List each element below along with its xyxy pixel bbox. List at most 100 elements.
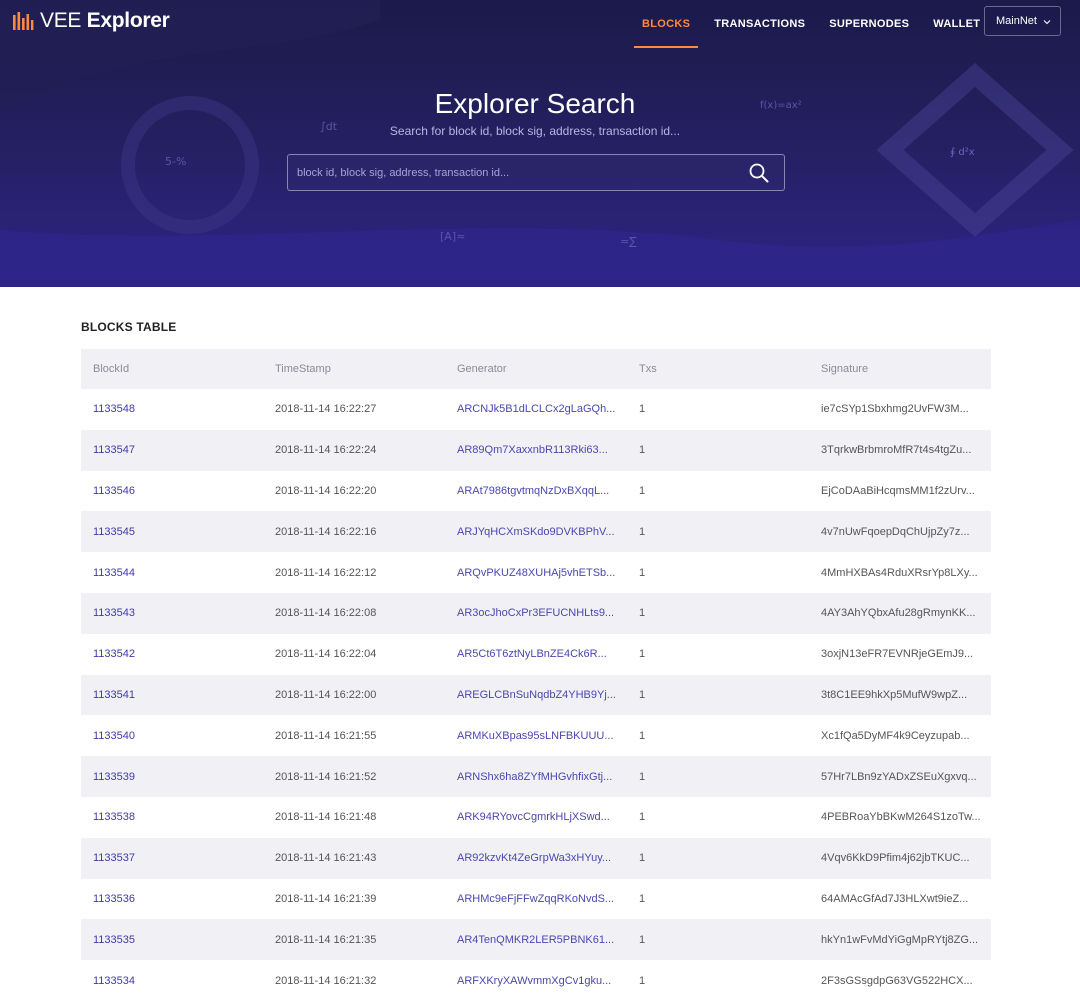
block-id-link[interactable]: 1133536	[81, 893, 263, 905]
generator-link[interactable]: AR92kzvKt4ZeGrpWa3xHYuy...	[445, 852, 627, 864]
block-signature: ie7cSYp1Sbxhmg2UvFW3M...	[821, 403, 969, 416]
block-signature: Xc1fQa5DyMF4k9Ceyzupab...	[821, 729, 970, 742]
table-body: 1133548 2018-11-14 16:22:27 ARCNJk5B1dLCLC…	[81, 389, 991, 998]
block-txs: 1	[639, 444, 646, 457]
block-id-link[interactable]: 1133542	[81, 648, 263, 660]
block-txs: 1	[639, 525, 646, 538]
block-signature: hkYn1wFvMdYiGgMpRYtj8ZG...	[821, 933, 979, 946]
top-bar: VEE Explorer BLOCKS TRANSACTIONS SUPERNO…	[0, 0, 1080, 48]
block-signature: 4AY3AhYQbxAfu28gRmynKK...	[821, 607, 976, 620]
generator-link[interactable]: ARQvPKUZ48XUHAj5vhETSb...	[445, 567, 627, 579]
col-header-signature: Signature	[821, 363, 869, 375]
svg-text:5-%: 5-%	[165, 155, 186, 168]
table-row: 1133545 2018-11-14 16:22:16 ARJYqHCXmSKdo9…	[81, 511, 991, 553]
block-timestamp: 2018-11-14 16:22:24	[275, 444, 377, 457]
generator-link[interactable]: AR89Qm7XaxxnbR113Rki63...	[445, 444, 627, 456]
search-input[interactable]	[288, 155, 738, 190]
block-id-link[interactable]: 1133539	[81, 771, 263, 783]
table-row: 1133548 2018-11-14 16:22:27 ARCNJk5B1dLCLC…	[81, 389, 991, 430]
table-row: 1133537 2018-11-14 16:21:43 AR92kzvKt4ZeGr…	[81, 837, 991, 879]
nav-blocks[interactable]: BLOCKS	[630, 0, 702, 48]
block-id-link[interactable]: 1133541	[81, 689, 263, 701]
block-timestamp: 2018-11-14 16:22:08	[275, 607, 377, 620]
blocks-table: BlockId TimeStamp Generator Txs Signatur…	[81, 349, 991, 998]
block-id-link[interactable]: 1133544	[81, 567, 263, 579]
table-row: 1133544 2018-11-14 16:22:12 ARQvPKUZ48XUHA…	[81, 552, 991, 593]
col-header-timestamp: TimeStamp	[275, 363, 331, 375]
block-id-link[interactable]: 1133543	[81, 607, 263, 619]
block-id-link[interactable]: 1133546	[81, 485, 263, 497]
table-row: 1133542 2018-11-14 16:22:04 AR5Ct6T6ztNyLB…	[81, 634, 991, 675]
table-row: 1133534 2018-11-14 16:21:32 ARFXKryXAWvmmX…	[81, 960, 991, 998]
generator-link[interactable]: ARHMc9eFjFFwZqqRKoNvdS...	[445, 893, 627, 905]
block-id-link[interactable]: 1133547	[81, 444, 263, 456]
brand-logo[interactable]: VEE Explorer	[12, 9, 170, 33]
block-timestamp: 2018-11-14 16:22:16	[275, 525, 377, 538]
svg-text:=∑: =∑	[620, 235, 637, 248]
block-txs: 1	[639, 974, 646, 987]
block-signature: 4PEBRoaYbBKwM264S1zoTw...	[821, 811, 981, 824]
table-row: 1133547 2018-11-14 16:22:24 AR89Qm7XaxxnbR…	[81, 429, 991, 471]
logo-text: VEE Explorer	[40, 9, 170, 32]
block-txs: 1	[639, 688, 646, 701]
main-nav: BLOCKS TRANSACTIONS SUPERNODES WALLET	[630, 0, 992, 48]
nav-supernodes[interactable]: SUPERNODES	[817, 0, 921, 48]
generator-link[interactable]: ARAt7986tgvtmqNzDxBXqqL...	[445, 485, 627, 497]
block-id-link[interactable]: 1133540	[81, 730, 263, 742]
block-timestamp: 2018-11-14 16:21:48	[275, 811, 377, 824]
nav-transactions[interactable]: TRANSACTIONS	[702, 0, 817, 48]
block-id-link[interactable]: 1133534	[81, 975, 263, 987]
table-row: 1133539 2018-11-14 16:21:52 ARNShx6ha8ZYfM…	[81, 756, 991, 797]
search-icon[interactable]	[748, 162, 770, 184]
table-row: 1133535 2018-11-14 16:21:35 AR4TenQMKR2LER…	[81, 919, 991, 961]
block-signature: 3TqrkwBrbmroMfR7t4s4tgZu...	[821, 444, 972, 457]
svg-text:[A]≈: [A]≈	[440, 230, 465, 243]
block-id-link[interactable]: 1133535	[81, 934, 263, 946]
generator-link[interactable]: ARMKuXBpas95sLNFBKUUU...	[445, 730, 627, 742]
block-id-link[interactable]: 1133548	[81, 403, 263, 415]
svg-text:∮ d²x: ∮ d²x	[950, 147, 975, 158]
col-header-generator: Generator	[457, 363, 507, 375]
block-timestamp: 2018-11-14 16:21:55	[275, 729, 377, 742]
block-signature: 2F3sGSsgdpG63VG522HCX...	[821, 974, 973, 987]
block-id-link[interactable]: 1133545	[81, 526, 263, 538]
generator-link[interactable]: ARFXKryXAWvmmXgCv1gku...	[445, 975, 627, 987]
generator-link[interactable]: AREGLCBnSuNqdbZ4YHB9Yj...	[445, 689, 627, 701]
generator-link[interactable]: AR5Ct6T6ztNyLBnZE4Ck6R...	[445, 648, 627, 660]
block-txs: 1	[639, 566, 646, 579]
block-timestamp: 2018-11-14 16:22:20	[275, 484, 377, 497]
block-timestamp: 2018-11-14 16:21:52	[275, 770, 377, 783]
block-txs: 1	[639, 933, 646, 946]
table-row: 1133543 2018-11-14 16:22:08 AR3ocJhoCxPr3E…	[81, 592, 991, 634]
block-txs: 1	[639, 403, 646, 416]
block-txs: 1	[639, 811, 646, 824]
col-header-blockid: BlockId	[93, 363, 130, 375]
generator-link[interactable]: AR4TenQMKR2LER5PBNK61...	[445, 934, 627, 946]
block-signature: 4Vqv6KkD9Pfim4j62jbTKUC...	[821, 852, 970, 865]
block-signature: 4MmHXBAs4RduXRsrYp8LXy...	[821, 566, 978, 579]
table-row: 1133540 2018-11-14 16:21:55 ARMKuXBpas95sL…	[81, 715, 991, 756]
col-header-txs: Txs	[639, 363, 657, 375]
table-row: 1133536 2018-11-14 16:21:39 ARHMc9eFjFFwZq…	[81, 879, 991, 920]
block-signature: 4v7nUwFqoepDqChUjpZy7z...	[821, 525, 970, 538]
generator-link[interactable]: ARJYqHCXmSKdo9DVKBPhV...	[445, 526, 627, 538]
network-select[interactable]: MainNet	[984, 6, 1061, 36]
block-timestamp: 2018-11-14 16:22:12	[275, 566, 377, 579]
block-txs: 1	[639, 648, 646, 661]
block-timestamp: 2018-11-14 16:21:39	[275, 892, 377, 905]
generator-link[interactable]: AR3ocJhoCxPr3EFUCNHLts9...	[445, 607, 627, 619]
blocks-table-title: BLOCKS TABLE	[81, 320, 177, 334]
block-timestamp: 2018-11-14 16:22:00	[275, 688, 377, 701]
generator-link[interactable]: ARK94RYovcCgmrkHLjXSwd...	[445, 811, 627, 823]
generator-link[interactable]: ARCNJk5B1dLCLCx2gLaGQh...	[445, 403, 627, 415]
block-id-link[interactable]: 1133537	[81, 852, 263, 864]
block-signature: 57Hr7LBn9zYADxZSEuXgxvq...	[821, 770, 977, 783]
block-signature: 64AMAcGfAd7J3HLXwt9ieZ...	[821, 892, 969, 905]
block-id-link[interactable]: 1133538	[81, 811, 263, 823]
generator-link[interactable]: ARNShx6ha8ZYfMHGvhfixGtj...	[445, 771, 627, 783]
chevron-down-icon	[1043, 20, 1051, 25]
table-row: 1133538 2018-11-14 16:21:48 ARK94RYovcCgmr…	[81, 797, 991, 838]
nav-wallet[interactable]: WALLET	[921, 0, 992, 48]
table-header: BlockId TimeStamp Generator Txs Signatur…	[81, 349, 991, 389]
hero-banner: 5-% ∫dt [A]≈ f(x)=ax² ∮ d²x =∑ VEE Explo…	[0, 0, 1080, 287]
